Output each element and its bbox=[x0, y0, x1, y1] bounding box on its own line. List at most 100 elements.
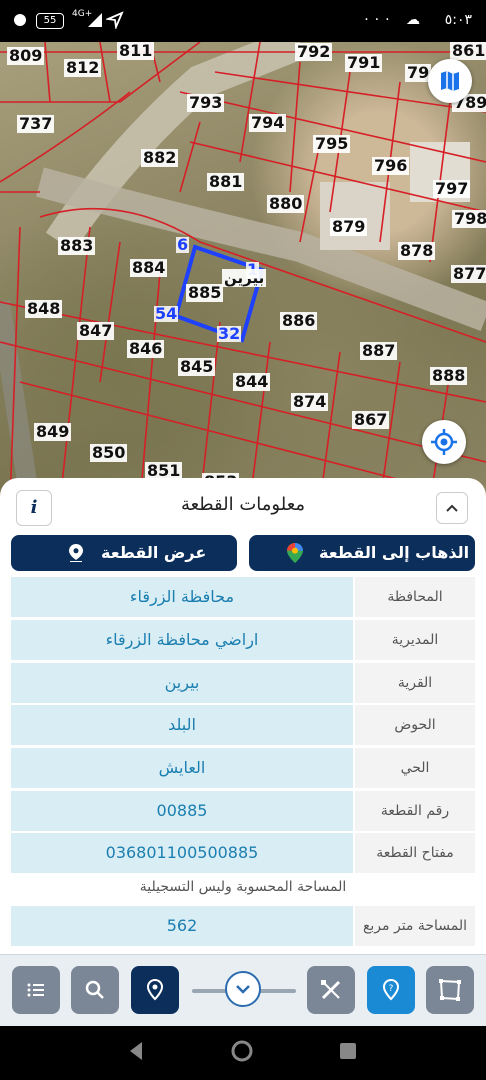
info-row-neighborhood: العايش الحي bbox=[11, 748, 475, 788]
tools-icon bbox=[321, 980, 341, 1000]
home-icon[interactable] bbox=[230, 1039, 254, 1063]
plot-label[interactable]: 844 bbox=[233, 373, 271, 391]
info-row-basin: البلد الحوض bbox=[11, 705, 475, 745]
info-row-parcel-key: 036801100500885 مفتاح القطعة bbox=[11, 833, 475, 873]
my-location-button[interactable] bbox=[422, 420, 466, 464]
plot-label[interactable]: 846 bbox=[127, 340, 165, 358]
plot-label[interactable]: 847 bbox=[77, 322, 115, 340]
list-button[interactable] bbox=[12, 966, 60, 1014]
plot-label[interactable]: 850 bbox=[90, 444, 128, 462]
location-pin-button[interactable] bbox=[131, 966, 179, 1014]
parcel-number-key: رقم القطعة bbox=[355, 791, 475, 831]
chevron-up-icon bbox=[446, 504, 458, 512]
plot-label[interactable]: 794 bbox=[249, 114, 287, 132]
polygon-icon bbox=[439, 979, 461, 1001]
plot-label[interactable]: 795 bbox=[313, 135, 351, 153]
navigate-to-parcel-button[interactable]: الذهاب إلى القطعة bbox=[249, 535, 475, 571]
notification-icon bbox=[14, 14, 26, 26]
clock: ٥:٠٣ bbox=[444, 12, 472, 28]
layers-button[interactable] bbox=[428, 59, 472, 103]
battery-icon: 55 bbox=[36, 13, 64, 29]
info-row-directorate: اراضي محافظة الزرقاء المديرية bbox=[11, 620, 475, 660]
status-bar: 55 4G+ ··· ☁ ٥:٠٣ bbox=[0, 0, 486, 42]
plot-label[interactable]: 845 bbox=[178, 358, 216, 376]
plot-label[interactable]: 791 bbox=[345, 54, 383, 72]
neighborhood-value: العايش bbox=[11, 748, 353, 788]
show-parcel-button[interactable]: عرض القطعة bbox=[11, 535, 237, 571]
map-icon bbox=[441, 71, 459, 91]
plot-label[interactable]: 881 bbox=[207, 173, 245, 191]
back-icon[interactable] bbox=[126, 1040, 146, 1062]
cadastral-map[interactable]: 809 811 812 792 791 79 861 789 737 793 7… bbox=[0, 42, 486, 502]
battery-level: 55 bbox=[43, 15, 57, 26]
plot-label[interactable]: 886 bbox=[280, 312, 318, 330]
info-row-area: 562 المساحة متر مربع bbox=[11, 906, 475, 946]
plot-label[interactable]: 883 bbox=[58, 237, 96, 255]
list-icon bbox=[27, 983, 44, 997]
show-label: عرض القطعة bbox=[101, 543, 207, 562]
chevron-down-icon bbox=[236, 985, 250, 994]
zoom-slider-knob[interactable] bbox=[225, 971, 261, 1007]
bottom-toolbar: ? bbox=[0, 954, 486, 1027]
plot-label[interactable]: 737 bbox=[17, 115, 55, 133]
google-maps-pin-icon bbox=[287, 543, 303, 563]
search-icon bbox=[85, 980, 104, 999]
help-button[interactable]: ? bbox=[367, 966, 415, 1014]
plot-label[interactable]: 880 bbox=[267, 195, 305, 213]
plot-label[interactable]: 812 bbox=[64, 59, 102, 77]
basin-key: الحوض bbox=[355, 705, 475, 745]
plot-label[interactable]: 849 bbox=[34, 423, 72, 441]
area-key: المساحة متر مربع bbox=[355, 906, 475, 946]
plot-label-selected[interactable]: 885 bbox=[186, 284, 224, 302]
recents-icon[interactable] bbox=[339, 1042, 357, 1060]
plot-label[interactable]: 888 bbox=[430, 367, 468, 385]
svg-text:?: ? bbox=[389, 984, 394, 994]
measure-tools-button[interactable] bbox=[307, 966, 355, 1014]
village-key: القرية bbox=[355, 663, 475, 703]
plot-label[interactable]: 861 bbox=[450, 42, 486, 60]
area-value: 562 bbox=[11, 906, 353, 946]
parcel-number-value: 00885 bbox=[11, 791, 353, 831]
plot-label[interactable]: 792 bbox=[295, 43, 333, 61]
info-row-village: بيرين القرية bbox=[11, 663, 475, 703]
governorate-key: المحافظة bbox=[355, 577, 475, 617]
polygon-button[interactable] bbox=[426, 966, 474, 1014]
directorate-key: المديرية bbox=[355, 620, 475, 660]
plot-label[interactable]: 811 bbox=[117, 42, 155, 60]
parcel-key-key: مفتاح القطعة bbox=[355, 833, 475, 873]
info-row-parcel-number: 00885 رقم القطعة bbox=[11, 791, 475, 831]
plot-label[interactable]: 798 bbox=[452, 210, 486, 228]
plot-label[interactable]: 848 bbox=[25, 300, 63, 318]
village-value: بيرين bbox=[11, 663, 353, 703]
plot-label[interactable]: 887 bbox=[360, 342, 398, 360]
location-pin-icon bbox=[69, 544, 83, 562]
plot-label[interactable]: 809 bbox=[7, 47, 45, 65]
sheet-title: معلومات القطعة bbox=[180, 494, 306, 515]
basin-value: البلد bbox=[11, 705, 353, 745]
search-button[interactable] bbox=[71, 966, 119, 1014]
vertex-label: 6 bbox=[176, 235, 190, 254]
plot-label[interactable]: 793 bbox=[187, 94, 225, 112]
plot-label[interactable]: 879 bbox=[330, 218, 368, 236]
collapse-button[interactable] bbox=[436, 492, 468, 524]
system-nav-bar bbox=[0, 1026, 486, 1080]
help-icon: ? bbox=[382, 978, 400, 1001]
plot-label[interactable]: 877 bbox=[451, 265, 486, 283]
plot-label[interactable]: 878 bbox=[398, 242, 436, 260]
plot-label[interactable]: 867 bbox=[352, 411, 390, 429]
parcel-key-value: 036801100500885 bbox=[11, 833, 353, 873]
location-pin-icon bbox=[146, 978, 164, 1001]
village-label: بيرين bbox=[222, 269, 267, 287]
plot-label[interactable]: 882 bbox=[141, 149, 179, 167]
signal-icon bbox=[88, 13, 102, 27]
plot-label[interactable]: 796 bbox=[372, 157, 410, 175]
area-note: المساحة المحسوبة وليس التسجيلية bbox=[139, 879, 347, 895]
governorate-value: محافظة الزرقاء bbox=[11, 577, 353, 617]
directorate-value: اراضي محافظة الزرقاء bbox=[11, 620, 353, 660]
plot-label[interactable]: 797 bbox=[433, 180, 471, 198]
location-arrow-icon bbox=[106, 11, 124, 29]
vertex-label: 32 bbox=[217, 324, 242, 343]
plot-label[interactable]: 884 bbox=[130, 259, 168, 277]
plot-label[interactable]: 874 bbox=[291, 393, 329, 411]
status-icons: ··· ☁ bbox=[364, 12, 426, 28]
